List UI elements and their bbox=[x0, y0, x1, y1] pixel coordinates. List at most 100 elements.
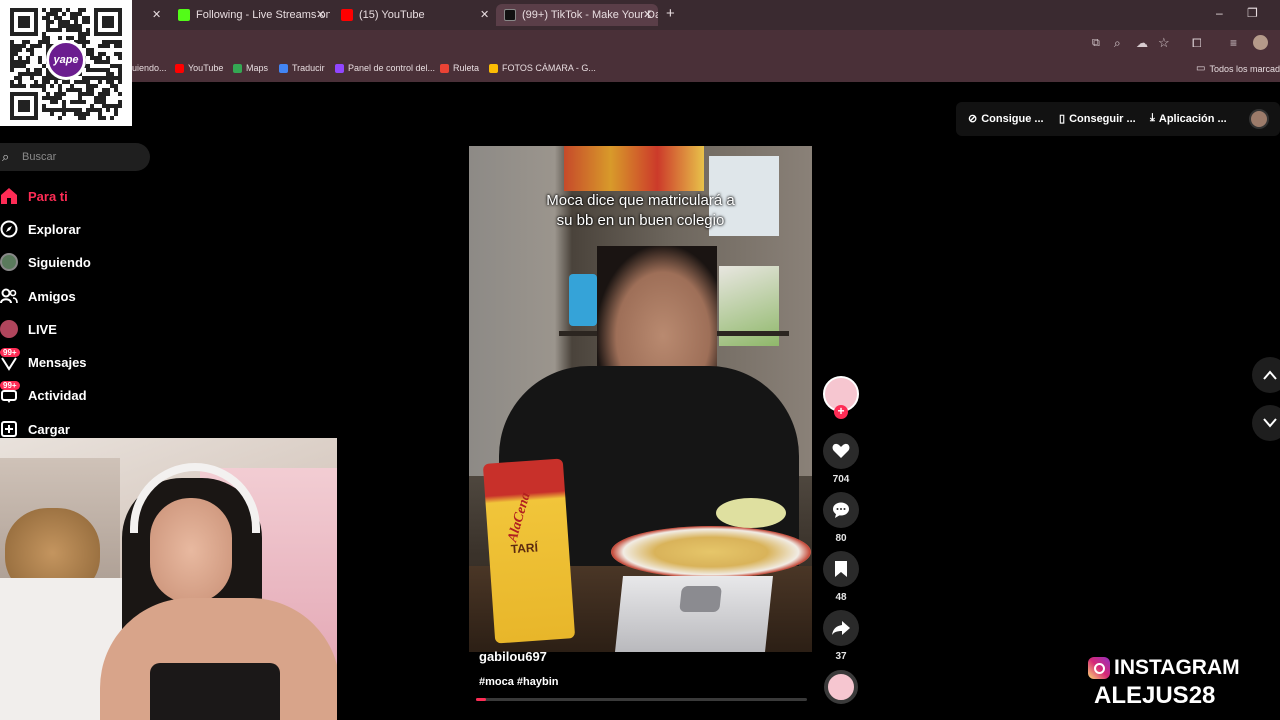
messages-badge: 99+ bbox=[0, 348, 20, 357]
comment-button[interactable] bbox=[823, 492, 859, 528]
bookmark-translate[interactable]: Traducir bbox=[279, 63, 325, 73]
tab-title: (15) YouTube bbox=[359, 9, 425, 21]
tiktok-favicon-icon bbox=[504, 9, 516, 21]
translate-icon bbox=[279, 63, 288, 73]
sidebar-item-messages[interactable]: 99+ Mensajes bbox=[0, 348, 87, 373]
tab-title: Following - Live Streams on Ki bbox=[196, 9, 330, 21]
close-tab-icon[interactable]: ✕ bbox=[480, 8, 489, 21]
bookmark-youtube[interactable]: YouTube bbox=[175, 63, 223, 73]
follow-plus-button[interactable]: + bbox=[834, 405, 848, 419]
comment-count: 80 bbox=[835, 533, 847, 544]
share-icon bbox=[832, 621, 850, 635]
close-tab-icon[interactable]: ✕ bbox=[643, 8, 652, 21]
drive-icon bbox=[489, 63, 498, 73]
sidebar-item-live[interactable]: LIVE bbox=[0, 318, 57, 340]
get-app-button[interactable]: ▯ Conseguir ... bbox=[1059, 112, 1136, 126]
desktop-app-button[interactable]: ⤓ Aplicación ... bbox=[1150, 112, 1227, 125]
sidebar-item-activity[interactable]: 99+ Actividad bbox=[0, 381, 87, 406]
chevron-down-icon bbox=[1263, 418, 1277, 428]
like-count: 704 bbox=[832, 474, 850, 485]
sidebar-item-explore[interactable]: Explorar bbox=[0, 218, 81, 240]
save-button[interactable] bbox=[823, 551, 859, 587]
webcam-overlay bbox=[0, 438, 337, 720]
bookmark-dashboard[interactable]: Panel de control del... bbox=[335, 63, 435, 73]
zoom-icon[interactable]: ⌕ bbox=[1114, 36, 1121, 51]
video-caption-line-2: su bb en un buen colegio bbox=[556, 212, 725, 229]
sidebar-item-upload[interactable]: Cargar bbox=[0, 418, 70, 440]
sidebar-item-following[interactable]: Siguiendo bbox=[0, 251, 91, 273]
friends-icon bbox=[0, 288, 18, 304]
tab-title: (99+) TikTok - Make Your Day bbox=[522, 9, 658, 21]
streamer-face bbox=[150, 498, 232, 603]
twitch-icon bbox=[335, 63, 344, 73]
phone-icon: ▯ bbox=[1059, 113, 1066, 125]
install-app-icon[interactable]: ⧉ bbox=[1092, 37, 1100, 50]
bookmark-roulette[interactable]: Ruleta bbox=[440, 63, 479, 73]
download-icon: ⤓ bbox=[1150, 112, 1155, 124]
get-coins-button[interactable]: ⊘ Consigue ... bbox=[968, 112, 1044, 126]
browser-tab-bar: ✕ Following - Live Streams on Ki ✕ (15) … bbox=[0, 0, 1280, 30]
video-hashtags[interactable]: #moca #haybin bbox=[479, 676, 558, 688]
bookmark-photos[interactable]: FOTOS CÁMARA - G... bbox=[489, 63, 596, 73]
all-bookmarks-folder[interactable]: ▭ Todos los marcado bbox=[1196, 63, 1280, 74]
live-avatar-icon bbox=[0, 320, 18, 338]
sidebar-item-friends[interactable]: Amigos bbox=[0, 285, 76, 307]
save-count: 48 bbox=[835, 592, 847, 603]
video-player[interactable]: AlaCena TARÍ Moca dice que matriculará a… bbox=[469, 146, 812, 652]
next-video-button[interactable] bbox=[1252, 405, 1280, 441]
home-icon bbox=[1, 188, 17, 204]
compass-icon bbox=[0, 220, 18, 238]
chevron-up-icon bbox=[1263, 370, 1277, 380]
youtube-favicon-icon bbox=[341, 9, 353, 21]
qr-code: yape bbox=[0, 0, 132, 126]
maps-icon bbox=[233, 63, 242, 73]
video-progress-fill bbox=[476, 698, 486, 701]
video-progress-track[interactable] bbox=[476, 698, 807, 701]
restore-button[interactable]: ❐ bbox=[1247, 6, 1258, 20]
activity-icon: 99+ bbox=[0, 381, 20, 404]
bookmark-item[interactable]: uiendo... bbox=[132, 63, 167, 73]
streamer-top bbox=[150, 663, 280, 720]
tab-tiktok[interactable]: (99+) TikTok - Make Your Day bbox=[496, 4, 658, 26]
tab-kick[interactable]: Following - Live Streams on Ki bbox=[170, 4, 330, 26]
cloud-icon[interactable]: ☁ bbox=[1136, 36, 1148, 50]
video-author[interactable]: gabilou697 bbox=[479, 649, 547, 664]
close-tab-icon[interactable]: ✕ bbox=[316, 8, 325, 21]
search-input[interactable]: ⌕ Buscar bbox=[0, 143, 150, 171]
spoon bbox=[716, 498, 786, 528]
minimize-button[interactable]: – bbox=[1216, 6, 1223, 20]
previous-video-button[interactable] bbox=[1252, 357, 1280, 393]
yape-logo-icon: yape bbox=[46, 40, 86, 80]
profile-avatar[interactable] bbox=[1253, 35, 1268, 50]
media-control-icon[interactable]: ≡ bbox=[1230, 36, 1237, 50]
heart-icon bbox=[832, 443, 850, 458]
share-count: 37 bbox=[835, 651, 847, 662]
bookmark-maps[interactable]: Maps bbox=[233, 63, 268, 73]
roulette-icon bbox=[440, 63, 449, 73]
new-tab-button[interactable]: + bbox=[666, 5, 675, 22]
coin-icon: ⊘ bbox=[968, 113, 978, 125]
bookmark-icon bbox=[835, 561, 847, 577]
bookmark-star-icon[interactable]: ☆ bbox=[1158, 35, 1170, 51]
sound-disc-icon[interactable] bbox=[824, 670, 858, 704]
tab-youtube[interactable]: (15) YouTube bbox=[333, 4, 493, 26]
following-avatar-icon bbox=[0, 253, 18, 271]
like-button[interactable] bbox=[823, 433, 859, 469]
youtube-icon bbox=[175, 63, 184, 73]
extensions-icon[interactable]: ⧠ bbox=[1192, 36, 1202, 51]
blue-bottle bbox=[569, 274, 597, 326]
bookmarks-bar: uiendo... YouTube Maps Traducir Panel de… bbox=[0, 56, 1280, 82]
instagram-icon bbox=[1088, 657, 1110, 679]
close-tab-icon[interactable]: ✕ bbox=[152, 8, 161, 21]
sidebar-item-for-you[interactable]: Para ti bbox=[0, 185, 68, 207]
comment-icon bbox=[833, 502, 849, 518]
video-caption-line-1: Moca dice que matriculará a bbox=[546, 192, 735, 209]
instagram-label: INSTAGRAM bbox=[1114, 656, 1240, 679]
user-avatar[interactable] bbox=[1249, 109, 1269, 129]
search-icon: ⌕ bbox=[2, 149, 10, 164]
messages-icon: 99+ bbox=[0, 348, 20, 371]
food-plate bbox=[611, 526, 811, 578]
share-button[interactable] bbox=[823, 610, 859, 646]
activity-badge: 99+ bbox=[0, 381, 20, 390]
sauce-packet: AlaCena TARÍ bbox=[482, 458, 576, 644]
